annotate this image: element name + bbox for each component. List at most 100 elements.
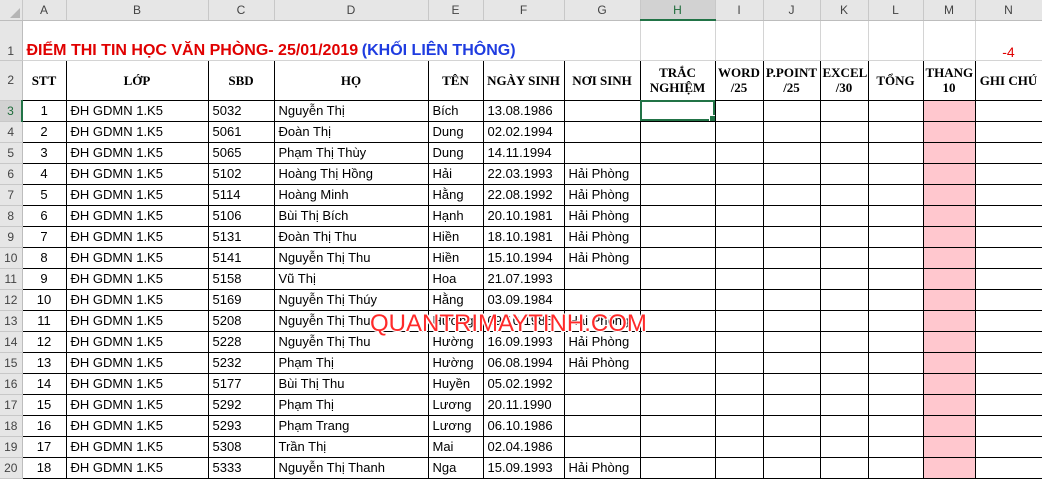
cell-ppoint[interactable]: [762, 436, 821, 458]
cell-lop[interactable]: ĐH GDMN 1.K5: [65, 310, 209, 332]
cell-tong[interactable]: [867, 205, 924, 227]
cell-ghi-chu[interactable]: [974, 436, 1042, 458]
cell-noi-sinh[interactable]: Hải Phòng: [563, 205, 641, 227]
cell-stt[interactable]: 5: [21, 184, 67, 206]
cell-sbd[interactable]: 5102: [207, 163, 275, 185]
cell-ngay-sinh[interactable]: 06.10.1986: [482, 415, 565, 437]
cell-ghi-chu[interactable]: [974, 121, 1042, 143]
cell-excel[interactable]: [819, 310, 869, 332]
header-tong[interactable]: TỔNG: [867, 59, 924, 101]
cell-ho[interactable]: Trần Thị: [273, 436, 429, 458]
cell-sbd[interactable]: 5177: [207, 373, 275, 395]
cell-thang-10[interactable]: [922, 394, 976, 416]
cell-word[interactable]: [714, 415, 764, 437]
cell-sbd[interactable]: 5141: [207, 247, 275, 269]
cell-ten[interactable]: Nga: [427, 457, 484, 479]
cell-ppoint[interactable]: [762, 268, 821, 290]
cell-trac-nghiem[interactable]: [639, 436, 716, 458]
cell-stt[interactable]: 7: [21, 226, 67, 248]
cell-trac-nghiem[interactable]: [639, 121, 716, 143]
column-header-g[interactable]: G: [564, 0, 641, 21]
cell-lop[interactable]: ĐH GDMN 1.K5: [65, 226, 209, 248]
cell-ho[interactable]: Đoàn Thị: [273, 121, 429, 143]
cell-tong[interactable]: [867, 457, 924, 479]
cell-ten[interactable]: Hường: [427, 331, 484, 353]
row-header-14[interactable]: 14: [0, 331, 23, 353]
row-header-12[interactable]: 12: [0, 289, 23, 311]
cell-ppoint[interactable]: [762, 100, 821, 122]
cell-stt[interactable]: 9: [21, 268, 67, 290]
cell-ppoint[interactable]: [762, 310, 821, 332]
cell-word[interactable]: [714, 100, 764, 122]
cell-excel[interactable]: [819, 415, 869, 437]
cell-trac-nghiem[interactable]: [639, 268, 716, 290]
cell-word[interactable]: [714, 163, 764, 185]
cell-stt[interactable]: 1: [21, 100, 67, 122]
column-header-k[interactable]: K: [820, 0, 869, 21]
cell-sbd[interactable]: 5032: [207, 100, 275, 122]
cell-k1[interactable]: [820, 20, 869, 61]
cell-thang-10[interactable]: [922, 415, 976, 437]
cell-ppoint[interactable]: [762, 184, 821, 206]
column-header-b[interactable]: B: [66, 0, 209, 21]
cell-ho[interactable]: Bùi Thị Thu: [273, 373, 429, 395]
cell-ten[interactable]: Hiền: [427, 247, 484, 269]
row-header-2[interactable]: 2: [0, 60, 23, 101]
cell-noi-sinh[interactable]: Hải Phòng: [563, 457, 641, 479]
cell-stt[interactable]: 4: [21, 163, 67, 185]
header-word[interactable]: WORD /25: [714, 59, 764, 101]
cell-ngay-sinh[interactable]: 15.10.1994: [482, 247, 565, 269]
column-header-j[interactable]: J: [763, 0, 821, 21]
cell-excel[interactable]: [819, 121, 869, 143]
cell-lop[interactable]: ĐH GDMN 1.K5: [65, 457, 209, 479]
header-sbd[interactable]: SBD: [207, 59, 275, 101]
cell-ho[interactable]: Phạm Thị Thùy: [273, 142, 429, 164]
cell-stt[interactable]: 3: [21, 142, 67, 164]
cell-ppoint[interactable]: [762, 457, 821, 479]
cell-ghi-chu[interactable]: [974, 289, 1042, 311]
cell-ho[interactable]: Vũ Thị: [273, 268, 429, 290]
column-header-l[interactable]: L: [868, 0, 924, 21]
cell-ho[interactable]: Hoàng Thị Hồng: [273, 163, 429, 185]
cell-trac-nghiem[interactable]: [639, 394, 716, 416]
cell-ho[interactable]: Nguyễn Thị Thanh: [273, 457, 429, 479]
cell-word[interactable]: [714, 373, 764, 395]
cell-word[interactable]: [714, 289, 764, 311]
cell-sbd[interactable]: 5208: [207, 310, 275, 332]
cell-i1[interactable]: [715, 20, 764, 61]
cell-excel[interactable]: [819, 163, 869, 185]
cell-thang-10[interactable]: [922, 310, 976, 332]
cell-trac-nghiem[interactable]: [639, 352, 716, 374]
cell-lop[interactable]: ĐH GDMN 1.K5: [65, 331, 209, 353]
cell-sbd[interactable]: 5106: [207, 205, 275, 227]
row-header-7[interactable]: 7: [0, 184, 23, 206]
cell-ngay-sinh[interactable]: 02.02.1994: [482, 121, 565, 143]
row-header-16[interactable]: 16: [0, 373, 23, 395]
row-header-5[interactable]: 5: [0, 142, 23, 164]
cell-stt[interactable]: 17: [21, 436, 67, 458]
cell-ppoint[interactable]: [762, 205, 821, 227]
cell-ghi-chu[interactable]: [974, 457, 1042, 479]
cell-noi-sinh[interactable]: Hải Phòng: [563, 310, 641, 332]
cell-lop[interactable]: ĐH GDMN 1.K5: [65, 121, 209, 143]
cell-ngay-sinh[interactable]: 22.03.1993: [482, 163, 565, 185]
cell-ghi-chu[interactable]: [974, 373, 1042, 395]
cell-trac-nghiem[interactable]: [639, 163, 716, 185]
cell-ppoint[interactable]: [762, 142, 821, 164]
cell-stt[interactable]: 8: [21, 247, 67, 269]
cell-thang-10[interactable]: [922, 247, 976, 269]
cell-noi-sinh[interactable]: [563, 100, 641, 122]
cell-word[interactable]: [714, 121, 764, 143]
cell-thang-10[interactable]: [922, 163, 976, 185]
cell-sbd[interactable]: 5228: [207, 331, 275, 353]
cell-noi-sinh[interactable]: Hải Phòng: [563, 226, 641, 248]
cell-word[interactable]: [714, 142, 764, 164]
cell-ngay-sinh[interactable]: 20.10.1981: [482, 205, 565, 227]
cell-stt[interactable]: 2: [21, 121, 67, 143]
cell-ngay-sinh[interactable]: 09.10.1986: [482, 310, 565, 332]
row-header-1[interactable]: 1: [0, 20, 23, 61]
cell-ho[interactable]: Nguyễn Thị: [273, 100, 429, 122]
cell-ten[interactable]: Hương: [427, 310, 484, 332]
cell-ghi-chu[interactable]: [974, 205, 1042, 227]
cell-ten[interactable]: Lương: [427, 394, 484, 416]
